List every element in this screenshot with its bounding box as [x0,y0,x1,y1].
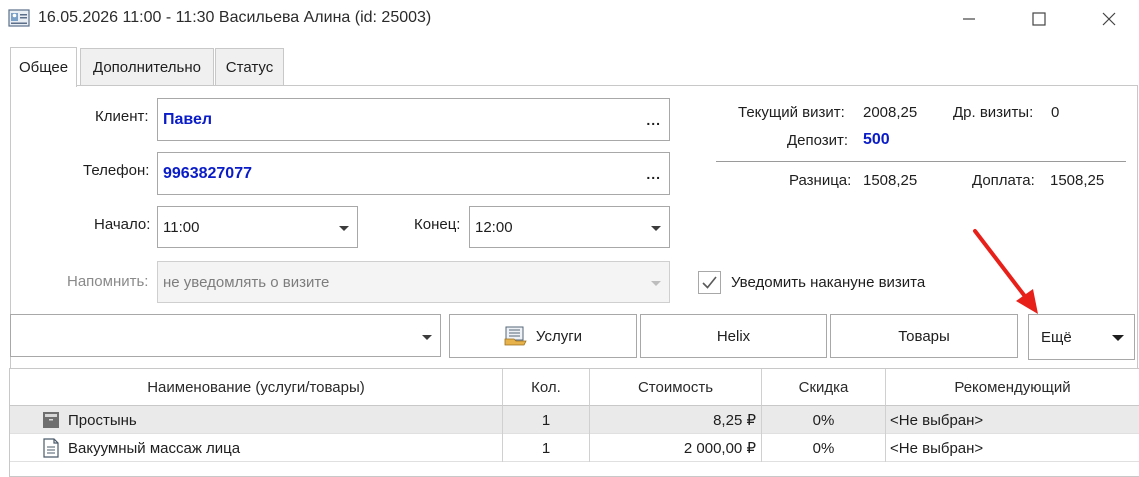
table-row[interactable]: Простынь 1 8,25 ₽ 0% <Не выбран> [10,406,1139,434]
end-label: Конец: [414,216,461,233]
current-visit-label: Текущий визит: [738,104,845,121]
checkmark-icon [702,276,717,289]
notify-checkbox[interactable] [698,271,721,294]
item-cost: 8,25 ₽ [590,406,762,434]
item-filter-select[interactable] [10,314,441,357]
end-time-select[interactable]: 12:00 [469,206,670,248]
maximize-icon [1032,12,1046,26]
start-time-select[interactable]: 11:00 [157,206,358,248]
phone-field[interactable]: 9963827077 ... [157,152,670,195]
item-name: Простынь [66,406,503,434]
tab-label: Статус [225,58,274,76]
difference-value: 1508,25 [863,172,918,189]
chevron-down-icon [651,281,661,286]
services-label: Услуги [535,327,583,345]
item-recommender[interactable]: <Не выбран> [886,434,1139,462]
service-document-icon [10,434,66,462]
item-qty[interactable]: 1 [503,434,590,462]
item-name: Вакуумный массаж лица [66,434,503,462]
maximize-button[interactable] [1009,0,1069,38]
end-time-value: 12:00 [475,218,513,236]
client-value: Павел [163,110,213,128]
column-header-recommender[interactable]: Рекомендующий [886,369,1139,406]
deposit-label: Депозит: [787,132,849,149]
remind-select[interactable]: не уведомлять о визите [157,261,670,303]
start-time-value: 11:00 [163,218,200,236]
chevron-down-icon [1112,335,1124,341]
summary-divider [716,161,1126,162]
services-button[interactable]: Услуги [449,314,637,358]
visit-card-icon [8,9,30,27]
item-cost: 2 000,00 ₽ [590,434,762,462]
current-visit-value: 2008,25 [863,104,918,121]
notify-label: Уведомить накануне визита [731,274,926,291]
minimize-button[interactable] [939,0,999,38]
item-qty[interactable]: 1 [503,406,590,434]
title-bar: 16.05.2026 11:00 - 11:30 Васильева Алина… [0,0,1139,38]
tab-general[interactable]: Общее [10,47,77,87]
client-select-button[interactable]: ... [646,99,661,140]
chevron-down-icon [422,335,432,340]
table-row[interactable]: Вакуумный массаж лица 1 2 000,00 ₽ 0% <Н… [10,434,1139,462]
annotation-arrow-icon [973,229,1038,314]
services-icon [504,326,527,346]
window-title: 16.05.2026 11:00 - 11:30 Васильева Алина… [38,9,432,26]
phone-value: 9963827077 [163,164,252,182]
other-visits-label: Др. визиты: [953,104,1034,121]
item-recommender[interactable]: <Не выбран> [886,406,1139,434]
start-label: Начало: [94,216,151,233]
minimize-icon [963,18,975,20]
goods-label: Товары [898,327,950,345]
helix-button[interactable]: Helix [640,314,827,358]
more-dropdown-button[interactable]: Ещё [1028,314,1135,360]
deposit-value: 500 [863,131,890,148]
column-header-discount[interactable]: Скидка [762,369,886,406]
tab-label: Общее [18,59,69,76]
phone-label: Телефон: [83,162,150,179]
chevron-down-icon [651,226,661,231]
goods-button[interactable]: Товары [830,314,1018,358]
product-icon [10,406,66,434]
difference-label: Разница: [789,172,852,189]
tab-additional[interactable]: Дополнительно [80,48,214,85]
surcharge-label: Доплата: [972,172,1035,189]
other-visits-value: 0 [1051,104,1060,121]
remind-label: Напомнить: [67,273,149,290]
column-header-name[interactable]: Наименование (услуги/товары) [10,369,503,406]
more-label: Ещё [1041,328,1072,346]
remind-value: не уведомлять о визите [163,273,330,291]
surcharge-value: 1508,25 [1050,172,1105,189]
item-discount[interactable]: 0% [762,406,886,434]
items-table: Наименование (услуги/товары) Кол. Стоимо… [9,368,1139,477]
tab-status[interactable]: Статус [215,48,284,85]
tab-label: Дополнительно [93,58,201,76]
client-label: Клиент: [95,108,149,125]
phone-select-button[interactable]: ... [646,153,661,194]
column-header-qty[interactable]: Кол. [503,369,590,406]
close-button[interactable] [1079,0,1139,38]
chevron-down-icon [339,226,349,231]
helix-label: Helix [716,327,751,345]
item-discount[interactable]: 0% [762,434,886,462]
column-header-cost[interactable]: Стоимость [590,369,762,406]
close-icon [1102,12,1116,26]
client-field[interactable]: Павел ... [157,98,670,141]
